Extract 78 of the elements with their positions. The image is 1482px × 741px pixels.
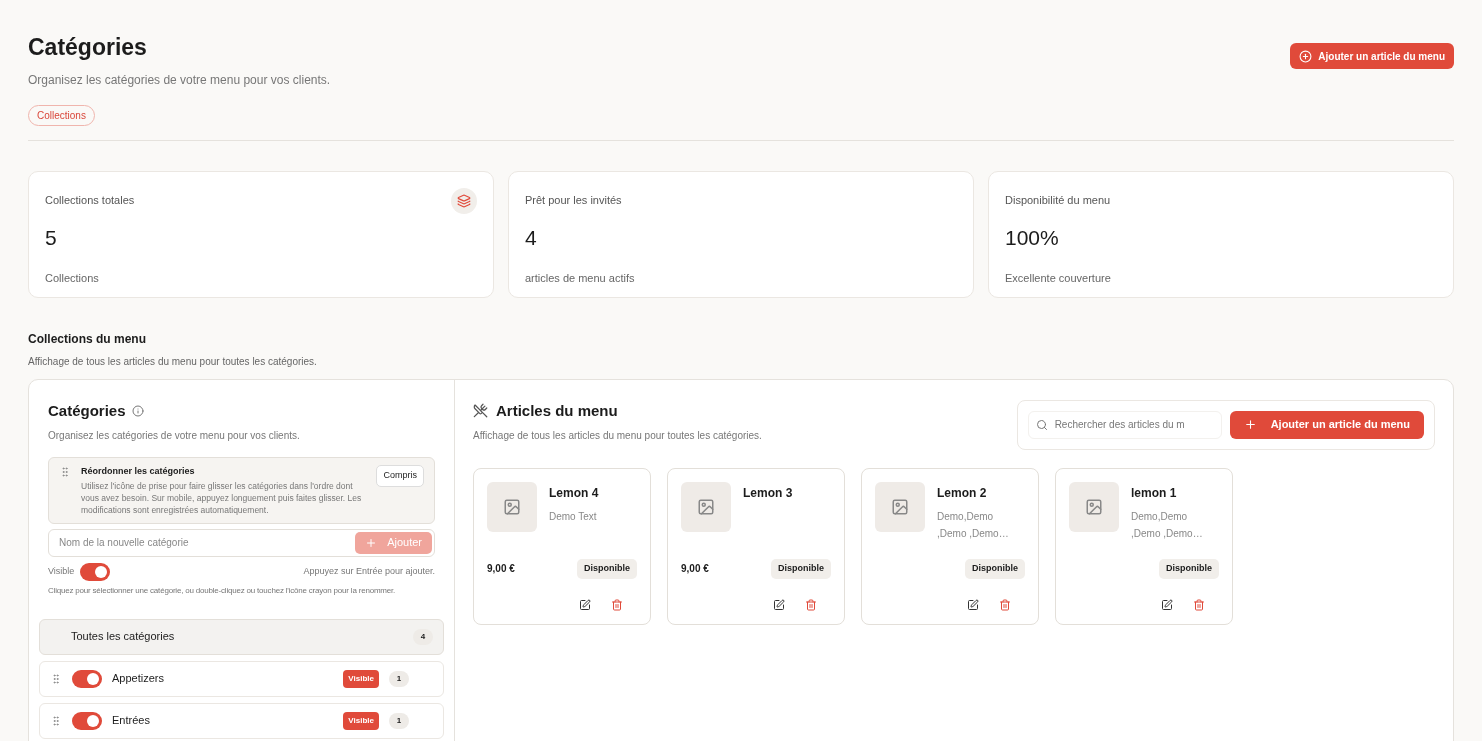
page-title: Catégories: [28, 33, 148, 62]
category-count: 1: [389, 712, 409, 729]
plus-circle-icon: [1299, 49, 1313, 63]
page-subtitle: Organisez les catégories de votre menu pour vos clients.: [28, 71, 331, 89]
stat-label: Collections totales: [45, 192, 135, 208]
categories-subtitle: Organisez les catégories de votre menu pour vos clients.: [48, 429, 301, 443]
category-row[interactable]: Appetizers Visible 1: [39, 660, 444, 697]
item-description: Demo,Demo ,Demo ,Demo…: [937, 509, 1010, 541]
grip-icon[interactable]: [50, 714, 62, 727]
visibility-toggle[interactable]: [72, 711, 102, 730]
item-price: 9,00 €: [681, 562, 709, 577]
tip-text: Utilisez l'icône de prise pour faire glisser les catégories dans l'ordre dont vous avez besoin. Sur mobile, appuyez longuement puis faites glisser. Les modifications sont enregistrées automatiquement.: [81, 479, 363, 516]
visibility-toggle[interactable]: [72, 669, 102, 688]
edit-icon[interactable]: [967, 598, 979, 611]
menu-item-card[interactable]: Lemon 2 Demo,Demo ,Demo ,Demo… Disponible: [861, 467, 1039, 625]
status-badge: Disponible: [965, 559, 1025, 579]
status-badge: Disponible: [577, 559, 637, 579]
stat-value: 100%: [1005, 225, 1060, 251]
got-it-button[interactable]: Compris: [376, 465, 424, 487]
category-name: Entrées: [112, 713, 151, 729]
menu-item-card[interactable]: Lemon 4 Demo Text 9,00 € Disponible: [473, 467, 651, 625]
delete-icon[interactable]: [805, 598, 817, 611]
item-name: Lemon 2: [937, 484, 988, 502]
delete-icon[interactable]: [1193, 598, 1205, 611]
grip-icon[interactable]: [50, 672, 62, 685]
image-placeholder-icon: [875, 481, 925, 532]
items-subtitle: Affichage de tous les articles du menu pour toutes les catégories.: [473, 429, 762, 443]
stat-caption: articles de menu actifs: [525, 270, 635, 286]
category-count: 4: [413, 628, 433, 645]
delete-icon[interactable]: [611, 598, 623, 611]
category-row[interactable]: Entrées Visible 1: [39, 702, 444, 739]
section-title: Collections du menu: [28, 330, 147, 348]
help-text: Cliquez pour sélectionner une catégorie, ou double-cliquez ou touchez l'icône crayon pour la renommer.: [48, 584, 397, 597]
search-icon: [1035, 418, 1048, 431]
tip-title: Réordonner les catégories: [81, 465, 196, 478]
menu-item-card[interactable]: Lemon 3 9,00 € Disponible: [667, 467, 845, 625]
visible-label: Visible: [48, 564, 75, 578]
item-description: Demo,Demo ,Demo ,Demo…: [1131, 509, 1204, 541]
item-name: lemon 1: [1131, 484, 1178, 502]
info-icon: [131, 404, 144, 417]
enter-hint: Appuyez sur Entrée pour ajouter.: [303, 564, 435, 578]
category-name: Toutes les catégories: [71, 629, 175, 645]
plus-icon: [365, 536, 378, 549]
edit-icon[interactable]: [579, 598, 591, 611]
items-title: Articles du menu: [496, 400, 618, 421]
stat-label: Disponibilité du menu: [1005, 192, 1111, 208]
item-price: 9,00 €: [487, 562, 515, 577]
stat-value: 5: [45, 225, 58, 251]
stat-value: 4: [525, 225, 538, 251]
all-categories-row[interactable]: Toutes les catégories 4: [39, 618, 444, 655]
grip-icon: [59, 466, 71, 478]
item-name: Lemon 3: [743, 484, 793, 502]
menu-item-card[interactable]: lemon 1 Demo,Demo ,Demo ,Demo… Disponible: [1055, 467, 1233, 625]
visible-badge: Visible: [343, 669, 379, 688]
edit-icon[interactable]: [773, 598, 785, 611]
image-placeholder-icon: [681, 481, 731, 532]
category-count: 1: [389, 670, 409, 687]
section-subtitle: Affichage de tous les articles du menu pour toutes les catégories.: [28, 354, 318, 369]
item-name: Lemon 4: [549, 484, 600, 502]
visibility-toggle[interactable]: [80, 562, 111, 581]
status-badge: Disponible: [1159, 559, 1219, 579]
delete-icon[interactable]: [999, 598, 1011, 611]
image-placeholder-icon: [1069, 481, 1119, 532]
item-description: Demo Text: [549, 509, 598, 524]
categories-title: Catégories: [48, 400, 126, 421]
edit-icon[interactable]: [1161, 598, 1173, 611]
add-item-button[interactable]: Ajouter un article du menu: [1290, 43, 1454, 69]
utensils-icon: [473, 403, 488, 419]
plus-icon: [1243, 418, 1257, 431]
add-item-button[interactable]: Ajouter un article du menu: [1229, 410, 1424, 439]
stat-label: Prêt pour les invités: [525, 192, 623, 208]
status-badge: Disponible: [771, 559, 831, 579]
image-placeholder-icon: [487, 481, 537, 532]
search-field[interactable]: Rechercher des articles du m: [1027, 410, 1222, 439]
stat-caption: Excellente couverture: [1005, 270, 1111, 286]
category-name: Appetizers: [112, 671, 165, 687]
stat-caption: Collections: [45, 270, 100, 286]
visible-badge: Visible: [343, 711, 379, 730]
